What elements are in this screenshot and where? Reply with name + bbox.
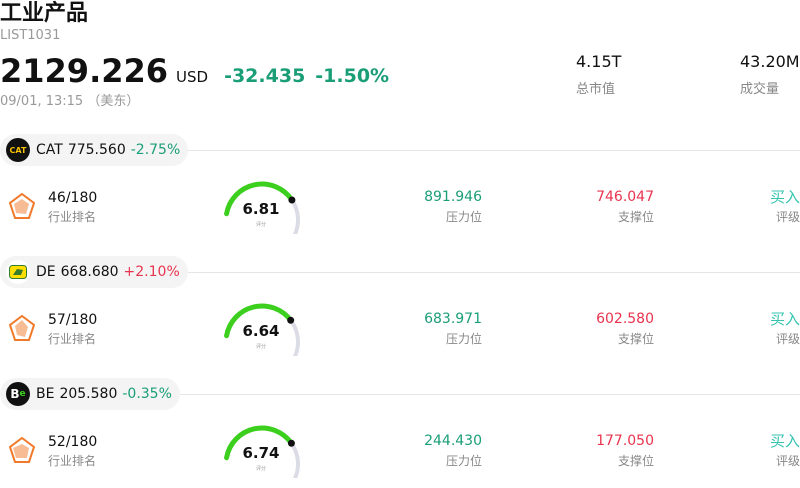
score-value: 6.81 [242,200,280,218]
volume-value: 43.20M [740,52,800,71]
support-metric: 602.580 支撑位 [596,310,654,347]
stock-change: -0.35% [122,386,172,402]
industry-rank-label: 行业排名 [48,454,97,468]
rating-label: 评级 [775,454,800,468]
price-change-percent: -1.50% [315,65,390,87]
volume-label: 成交量 [740,82,780,97]
market-cap-label: 总市值 [576,82,616,97]
page-title: 工业产品 [0,1,89,26]
support-value: 177.050 [596,433,654,449]
price-row: 2129.226 USD -32.435 -1.50% [0,52,390,90]
caterpillar-logo-icon: CAT [6,138,30,162]
index-price: 2129.226 [0,52,169,90]
resistance-metric: 891.946 压力位 [424,188,482,225]
market-cap-stat: 4.15T 总市值 [576,52,621,97]
support-label: 支撑位 [617,332,654,346]
stock-card[interactable]: CAT CAT 775.560 -2.75% 46/180 行业排名 6.81 … [0,134,800,256]
price-change: -32.435 [224,65,306,87]
stock-price: 668.680 [60,264,119,280]
stock-price: 775.560 [67,142,126,158]
resistance-value: 891.946 [424,189,482,205]
rating-metric[interactable]: 买入 评级 [770,310,800,347]
rank-radar-icon [8,314,36,341]
stock-ticker: BE [36,386,55,402]
stock-pill[interactable]: CAT CAT 775.560 -2.75% [0,134,189,166]
stock-pill[interactable]: Be BE 205.580 -0.35% [0,378,180,410]
resistance-label: 压力位 [445,210,482,224]
resistance-value: 244.430 [424,433,482,449]
timestamp: 09/01, 13:15 （美东） [0,94,140,109]
rank-radar-icon [8,436,36,463]
industry-rank-label: 行业排名 [48,332,97,346]
rating-label: 评级 [775,210,800,224]
rating-value[interactable]: 买入 [770,310,800,328]
market-cap-value: 4.15T [576,52,622,71]
list-id: LIST1031 [0,28,61,43]
resistance-label: 压力位 [445,332,482,346]
stock-card[interactable]: DE 668.680 +2.10% 57/180 行业排名 6.64 评分 68… [0,256,800,378]
industry-rank-value: 46/180 [48,190,98,206]
rating-metric[interactable]: 买入 评级 [770,432,800,469]
rating-metric[interactable]: 买入 评级 [770,188,800,225]
rating-label: 评级 [775,332,800,346]
industry-rank-value: 57/180 [48,312,98,328]
score-value: 6.64 [242,322,280,340]
support-metric: 746.047 支撑位 [596,188,654,225]
stock-price: 205.580 [59,386,118,402]
rating-value[interactable]: 买入 [770,432,800,450]
stock-pill[interactable]: DE 668.680 +2.10% [0,256,188,288]
support-value: 602.580 [596,311,654,327]
resistance-metric: 244.430 压力位 [424,432,482,469]
support-value: 746.047 [596,189,654,205]
score-label: 评分 [255,466,266,472]
john-deere-logo-icon [6,260,30,284]
resistance-value: 683.971 [424,311,482,327]
rating-value[interactable]: 买入 [770,188,800,206]
bloom-energy-logo-icon: Be [6,382,30,406]
stock-ticker: DE [36,264,56,280]
score-label: 评分 [255,344,266,350]
score-value: 6.74 [242,444,280,462]
industry-rank-value: 52/180 [48,434,98,450]
volume-stat: 43.20M 成交量 [740,52,800,97]
support-label: 支撑位 [617,210,654,224]
support-metric: 177.050 支撑位 [596,432,654,469]
stock-change: +2.10% [123,264,180,280]
score-label: 评分 [255,222,266,228]
industry-rank-label: 行业排名 [48,210,97,224]
rank-radar-icon [8,192,36,219]
stock-change: -2.75% [130,142,181,158]
stock-card[interactable]: Be BE 205.580 -0.35% 52/180 行业排名 6.74 评分… [0,378,800,488]
support-label: 支撑位 [617,454,654,468]
stock-ticker: CAT [36,142,63,158]
resistance-label: 压力位 [445,454,482,468]
currency-label: USD [176,68,209,86]
resistance-metric: 683.971 压力位 [424,310,482,347]
